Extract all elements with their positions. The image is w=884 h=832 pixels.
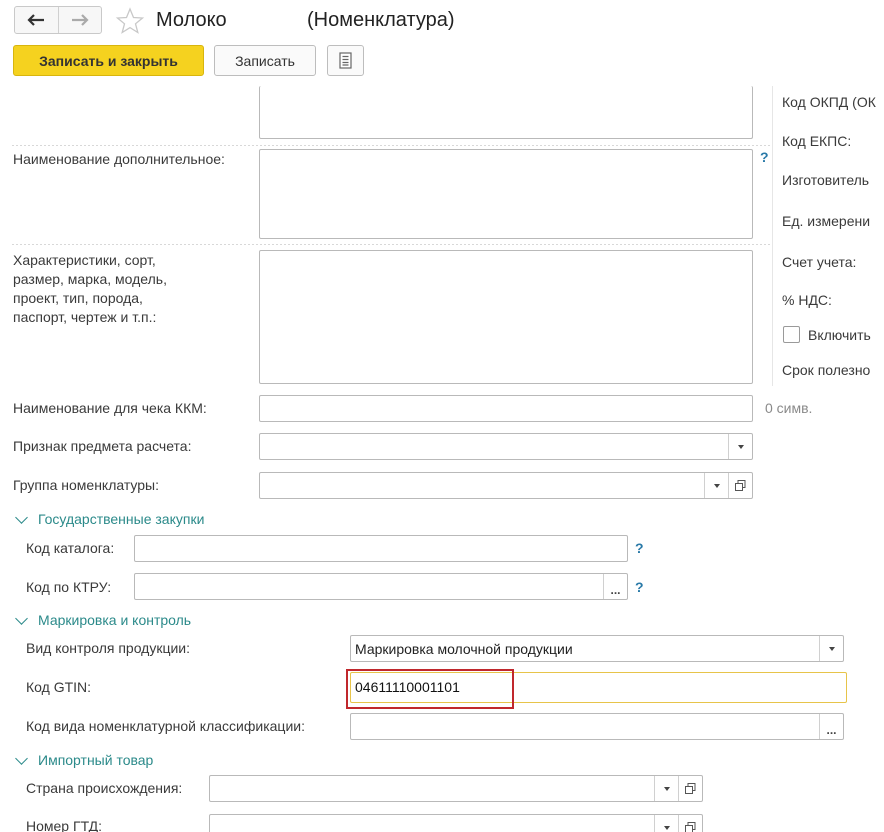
ekps-label: Код ЕКПС:	[782, 133, 852, 149]
help-icon[interactable]: ?	[760, 149, 769, 165]
chevron-down-icon[interactable]	[728, 434, 752, 459]
marking-group-title[interactable]: Маркировка и контроль	[38, 612, 191, 628]
document-list-icon	[339, 52, 352, 69]
nav-buttons	[14, 6, 102, 34]
select-dots-button[interactable]: ...	[819, 714, 843, 739]
vertical-separator	[772, 86, 773, 386]
ktru-code-input[interactable]: ...	[134, 573, 628, 600]
open-window-icon	[685, 783, 696, 794]
include-checkbox[interactable]	[783, 326, 800, 343]
vat-label: % НДС:	[782, 292, 832, 308]
catalog-code-input[interactable]	[134, 535, 628, 562]
select-dots-button[interactable]: ...	[603, 574, 627, 599]
save-button[interactable]: Записать	[214, 45, 316, 76]
separator	[12, 145, 772, 146]
gtin-label: Код GTIN:	[26, 679, 92, 695]
okpd-label: Код ОКПД (ОК	[782, 94, 876, 110]
characteristics-textarea[interactable]	[259, 250, 753, 384]
open-icon[interactable]	[678, 815, 702, 832]
account-label: Счет учета:	[782, 254, 857, 270]
item-group-select[interactable]	[259, 472, 753, 499]
separator	[12, 244, 772, 245]
help-icon[interactable]: ?	[635, 540, 644, 556]
chevron-down-icon[interactable]	[819, 636, 843, 661]
gtd-label: Номер ГТД:	[26, 818, 103, 832]
open-icon[interactable]	[728, 473, 752, 498]
gtin-highlight-frame	[346, 669, 514, 709]
help-icon[interactable]: ?	[635, 579, 644, 595]
ktru-code-label: Код по КТРУ:	[26, 579, 112, 595]
control-type-select[interactable]: Маркировка молочной продукции	[350, 635, 844, 662]
country-label: Страна происхождения:	[26, 780, 183, 796]
receipt-name-counter: 0 симв.	[765, 400, 813, 416]
payment-subject-label: Признак предмета расчета:	[13, 438, 192, 454]
characteristics-label-line: размер, марка, модель,	[13, 271, 167, 287]
include-label: Включить	[808, 327, 871, 343]
receipt-name-input[interactable]	[259, 395, 753, 422]
back-button[interactable]	[15, 7, 59, 33]
receipt-name-label: Наименование для чека ККМ:	[13, 400, 207, 416]
payment-subject-select[interactable]	[259, 433, 753, 460]
gtd-select[interactable]	[209, 814, 703, 832]
country-select[interactable]	[209, 775, 703, 802]
control-type-value: Маркировка молочной продукции	[355, 641, 573, 657]
page-title: Молоко	[156, 9, 227, 31]
additional-name-label: Наименование дополнительное:	[13, 151, 225, 167]
arrow-left-icon	[27, 14, 44, 26]
chevron-down-icon[interactable]	[15, 612, 28, 625]
additional-name-textarea[interactable]	[259, 149, 753, 239]
forward-button[interactable]	[59, 7, 101, 33]
description-textarea[interactable]	[259, 86, 753, 139]
save-and-close-button[interactable]: Записать и закрыть	[13, 45, 204, 76]
favorite-star-icon[interactable]	[115, 6, 145, 36]
classification-input[interactable]: ...	[350, 713, 844, 740]
open-icon[interactable]	[678, 776, 702, 801]
chevron-down-icon[interactable]	[654, 776, 678, 801]
characteristics-label-line: Характеристики, сорт,	[13, 252, 156, 268]
item-group-label: Группа номенклатуры:	[13, 477, 160, 493]
characteristics-label-line: проект, тип, порода,	[13, 290, 143, 306]
control-type-label: Вид контроля продукции:	[26, 640, 191, 656]
import-group-title[interactable]: Импортный товар	[38, 752, 153, 768]
characteristics-label: Характеристики, сорт, размер, марка, мод…	[13, 251, 167, 327]
chevron-down-icon[interactable]	[654, 815, 678, 832]
useful-life-label: Срок полезно	[782, 362, 871, 378]
page-subtitle: (Номенклатура)	[307, 9, 455, 31]
characteristics-label-line: паспорт, чертеж и т.п.:	[13, 309, 157, 325]
procurement-group-title[interactable]: Государственные закупки	[38, 511, 204, 527]
open-window-icon	[735, 480, 746, 491]
chevron-down-icon[interactable]	[704, 473, 728, 498]
chevron-down-icon[interactable]	[15, 752, 28, 765]
unit-label: Ед. измерени	[782, 213, 871, 229]
document-menu-button[interactable]	[327, 45, 364, 76]
chevron-down-icon[interactable]	[15, 511, 28, 524]
open-window-icon	[685, 822, 696, 832]
manufacturer-label: Изготовитель	[782, 172, 870, 188]
catalog-code-label: Код каталога:	[26, 540, 115, 556]
arrow-right-icon	[72, 14, 89, 26]
classification-label: Код вида номенклатурной классификации:	[26, 718, 305, 734]
